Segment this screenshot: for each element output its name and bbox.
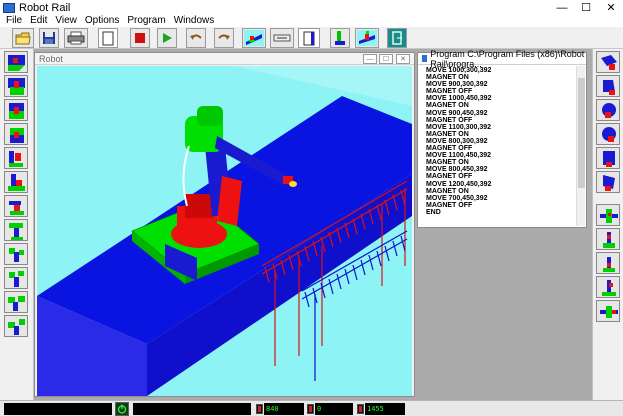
app-icon [3, 2, 15, 13]
program-code-list[interactable]: MOVE 1000,300,392 MAGNET ON MOVE 900,300… [426, 67, 576, 227]
joint-button-5[interactable] [4, 147, 28, 169]
code-line: MAGNET ON [426, 130, 469, 138]
toolbar [0, 27, 623, 49]
robot-window-close[interactable]: ✕ [396, 54, 410, 64]
joint-button-8[interactable] [4, 219, 28, 241]
stop-icon[interactable] [130, 28, 150, 48]
power-icon[interactable] [115, 402, 129, 416]
program-window-title: Program C:\Program Files (x86)\Robot Rai… [430, 48, 585, 69]
rail-tool-icon[interactable] [270, 28, 294, 48]
tool-button-7[interactable] [596, 204, 620, 226]
x-axis-icon [256, 404, 263, 414]
robot-arm-icon[interactable] [330, 28, 350, 48]
title-bar: Robot Rail — ☐ ✕ [0, 0, 623, 15]
robot-window-title: Robot [39, 53, 64, 64]
code-line: MAGNET ON [426, 74, 469, 82]
joint-button-4[interactable] [4, 123, 28, 145]
code-line: MOVE 800,300,392 [426, 137, 488, 145]
tool-button-5[interactable] [596, 147, 620, 169]
robot-3d-scene[interactable] [37, 66, 412, 396]
joint-button-6[interactable] [4, 171, 28, 193]
status-bar: 840 0 1455 [0, 400, 623, 416]
menu-view[interactable]: View [51, 15, 81, 27]
code-line: MOVE 900,450,392 [426, 109, 488, 117]
menu-program[interactable]: Program [123, 15, 169, 27]
robot-window-maximize[interactable]: ☐ [379, 54, 393, 64]
maximize-button[interactable]: ☐ [575, 0, 597, 15]
minimize-button[interactable]: — [551, 0, 573, 15]
menu-file[interactable]: File [2, 15, 26, 27]
menu-bar: File Edit View Options Program Windows [0, 15, 623, 27]
tool-button-1[interactable] [596, 51, 620, 73]
code-line: MOVE 1100,450,392 [426, 152, 491, 160]
status-info-field [133, 403, 251, 415]
x-coordinate: 840 [264, 403, 304, 415]
code-line: MOVE 1200,450,392 [426, 180, 492, 188]
program-scrollbar[interactable] [576, 66, 585, 226]
joint-button-11[interactable] [4, 291, 28, 313]
program-window-titlebar: Program C:\Program Files (x86)\Robot Rai… [418, 49, 586, 69]
program-window-icon [422, 55, 428, 62]
tool-button-2[interactable] [596, 75, 620, 97]
code-line: MOVE 1000,450,392 [426, 95, 492, 103]
tool-button-9[interactable] [596, 252, 620, 274]
right-tool-panel [592, 49, 623, 400]
undo-icon[interactable] [186, 28, 206, 48]
joint-button-12[interactable] [4, 315, 28, 337]
window-title: Robot Rail [19, 1, 71, 14]
menu-options[interactable]: Options [81, 15, 123, 27]
tool-button-4[interactable] [596, 123, 620, 145]
code-line: MAGNET OFF [426, 201, 473, 209]
robot-window-minimize[interactable]: — [363, 54, 377, 64]
menu-edit[interactable]: Edit [26, 15, 51, 27]
code-line: MAGNET ON [426, 159, 469, 167]
tool-button-8[interactable] [596, 228, 620, 250]
code-line: MAGNET ON [426, 187, 469, 195]
y-axis-icon [307, 404, 314, 414]
code-line: MOVE 1100,300,392 [426, 123, 491, 131]
print-icon[interactable] [64, 28, 88, 48]
code-line: MAGNET ON [426, 102, 469, 110]
joint-button-10[interactable] [4, 267, 28, 289]
joint-button-9[interactable] [4, 243, 28, 265]
z-coordinate: 1455 [365, 403, 405, 415]
joint-button-2[interactable] [4, 75, 28, 97]
code-line: MAGNET OFF [426, 88, 473, 96]
joint-button-7[interactable] [4, 195, 28, 217]
code-line: MAGNET OFF [426, 173, 473, 181]
tool-button-3[interactable] [596, 99, 620, 121]
tool-button-11[interactable] [596, 300, 620, 322]
code-line: MAGNET OFF [426, 145, 473, 153]
code-line: MAGNET OFF [426, 116, 473, 124]
status-message-field [4, 403, 112, 415]
left-tool-panel [0, 49, 34, 400]
code-line: MOVE 900,300,392 [426, 81, 488, 89]
joint-button-1[interactable] [4, 51, 28, 73]
z-axis-icon [357, 404, 364, 414]
joint-button-3[interactable] [4, 99, 28, 121]
play-icon[interactable] [157, 28, 177, 48]
y-coordinate: 0 [315, 403, 353, 415]
code-line: MOVE 700,450,392 [426, 194, 488, 202]
close-button[interactable]: ✕ [600, 0, 622, 15]
code-line: MOVE 1000,300,392 [426, 67, 492, 74]
save-disk-icon[interactable] [39, 28, 59, 48]
robot-view-icon[interactable] [242, 28, 266, 48]
robot-rail-icon[interactable] [355, 28, 379, 48]
tool-button-10[interactable] [596, 276, 620, 298]
exit-icon[interactable] [387, 28, 407, 48]
robot-view-window: Robot — ☐ ✕ [34, 52, 415, 397]
tool-button-6[interactable] [596, 171, 620, 193]
menu-windows[interactable]: Windows [170, 15, 219, 27]
code-line: MOVE 800,450,392 [426, 166, 488, 174]
code-line: END [426, 208, 441, 216]
document-icon[interactable] [298, 28, 320, 48]
redo-icon[interactable] [214, 28, 234, 48]
robot-window-titlebar: Robot — ☐ ✕ [35, 53, 414, 65]
program-window: Program C:\Program Files (x86)\Robot Rai… [417, 49, 587, 228]
open-folder-icon[interactable] [12, 28, 34, 48]
blank-page-icon[interactable] [98, 28, 118, 48]
program-scroll-thumb[interactable] [578, 78, 585, 188]
